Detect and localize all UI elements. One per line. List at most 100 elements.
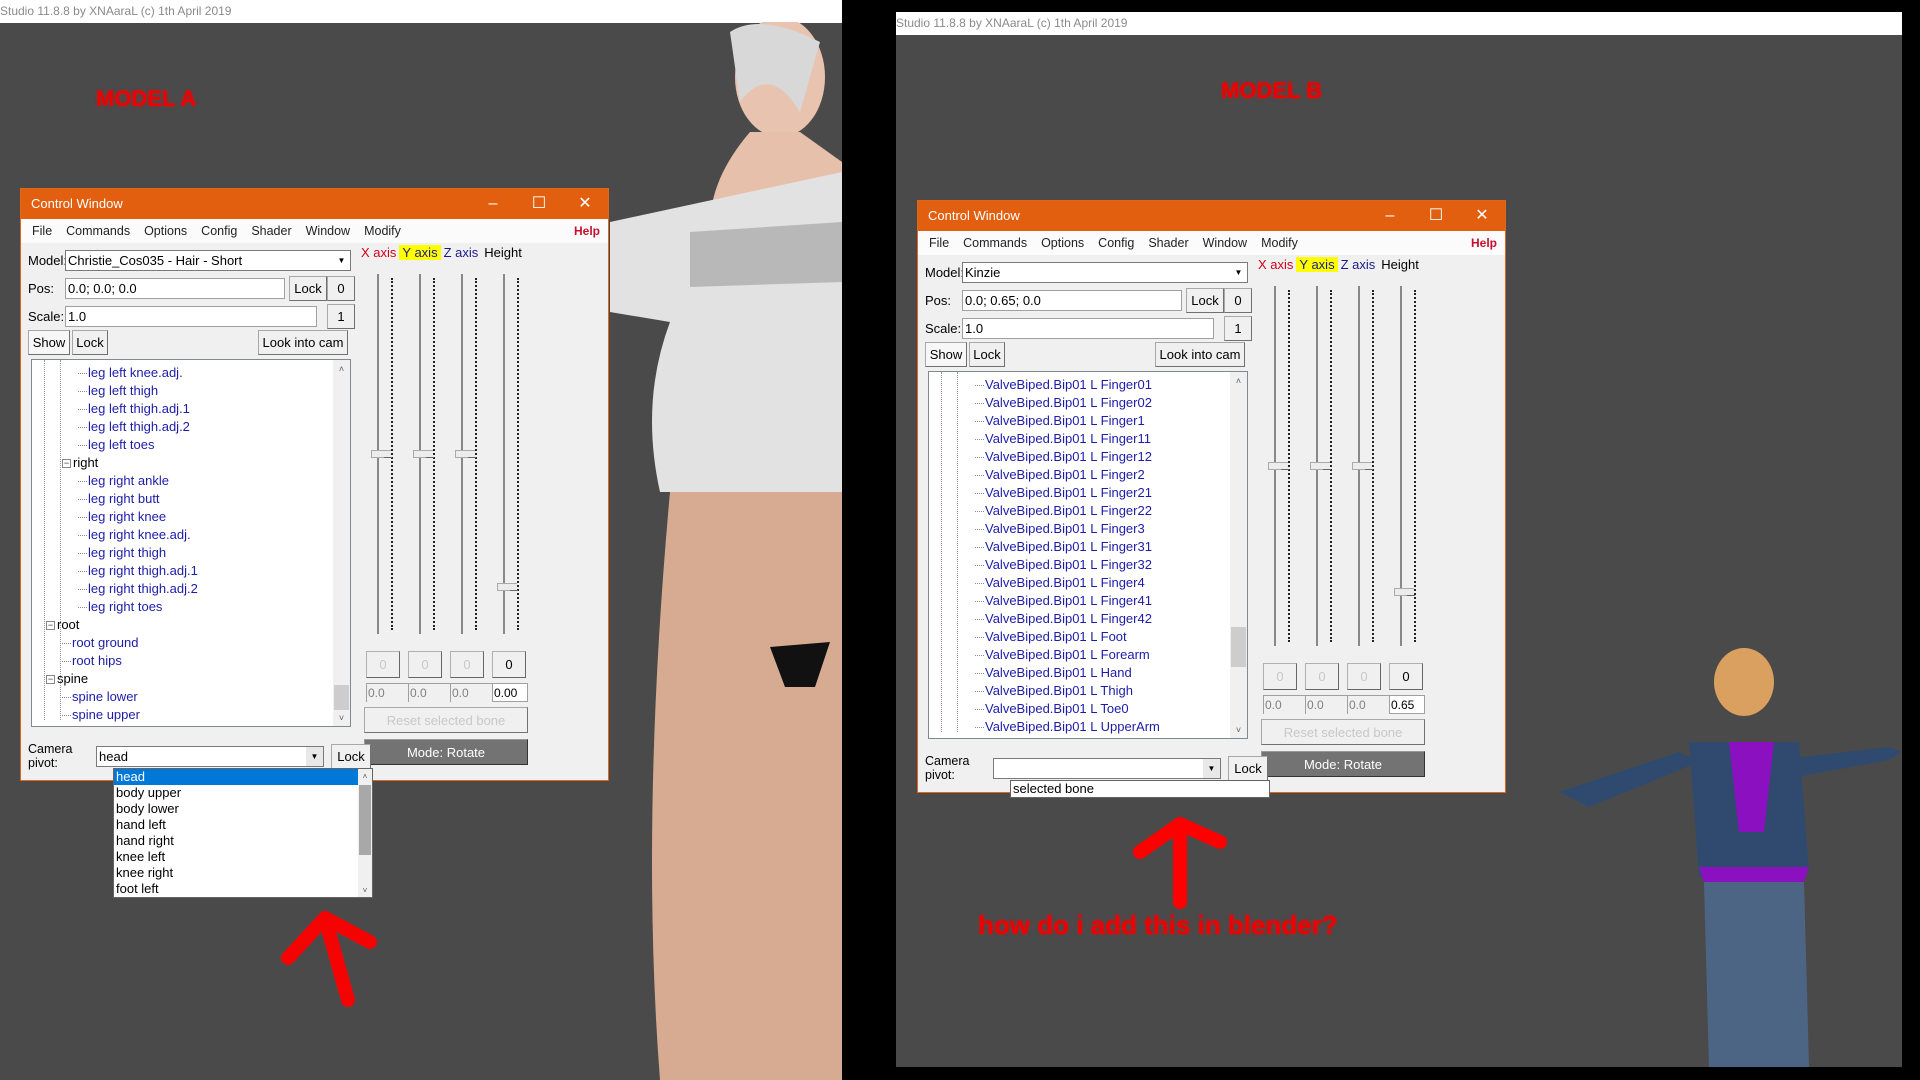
tree-item[interactable]: leg right thigh.adj.1 (78, 562, 198, 580)
model-select[interactable]: Christie_Cos035 - Hair - Short ▼ (65, 250, 351, 271)
y-axis-slider[interactable] (1310, 286, 1332, 646)
tree-item[interactable]: ValveBiped.Bip01 L Finger41 (975, 592, 1152, 610)
menu-commands[interactable]: Commands (59, 224, 137, 238)
chevron-down-icon[interactable]: ▼ (1230, 263, 1247, 282)
tree-item[interactable]: ValveBiped.Bip01 L Toe0 (975, 700, 1129, 718)
collapse-icon[interactable]: − (62, 459, 71, 469)
scale-input[interactable]: 1.0 (962, 318, 1214, 339)
tree-item[interactable]: leg left thigh.adj.2 (78, 418, 190, 436)
dropdown-option[interactable]: knee left (114, 849, 358, 865)
pos-reset-button[interactable]: 0 (327, 276, 355, 301)
dropdown-option[interactable]: hand left (114, 817, 358, 833)
bone-lock-button[interactable]: Lock (969, 342, 1005, 367)
tree-scrollbar[interactable]: ˄ ˅ (333, 360, 350, 726)
dropdown-option[interactable]: knee right (114, 865, 358, 881)
z-reset-button[interactable]: 0 (1347, 663, 1381, 690)
menu-help[interactable]: Help (574, 224, 600, 238)
tree-item[interactable]: ValveBiped.Bip01 L Thigh (975, 682, 1133, 700)
tree-item[interactable]: leg right thigh (78, 544, 166, 562)
dropdown-scrollbar[interactable]: ˄ ˅ (358, 769, 372, 897)
tree-item[interactable]: ValveBiped.Bip01 L Finger22 (975, 502, 1152, 520)
slider-thumb[interactable] (1352, 462, 1372, 470)
mode-rotate-button[interactable]: Mode: Rotate (1261, 751, 1425, 777)
dropdown-option[interactable]: head (114, 769, 358, 785)
tree-item[interactable]: root hips (62, 652, 122, 670)
tree-item[interactable]: ValveBiped.Bip01 L Finger21 (975, 484, 1152, 502)
chevron-down-icon[interactable]: ▼ (333, 251, 350, 270)
tree-item[interactable]: leg right thigh.adj.2 (78, 580, 198, 598)
tree-item[interactable]: ValveBiped.Bip01 L Finger42 (975, 610, 1152, 628)
bone-tree[interactable]: leg left knee.adj. leg left thigh leg left… (31, 359, 351, 727)
collapse-icon[interactable]: − (46, 621, 55, 631)
tree-item[interactable]: ValveBiped.Bip01 L Finger1 (975, 412, 1145, 430)
menu-commands[interactable]: Commands (956, 236, 1034, 250)
mode-rotate-button[interactable]: Mode: Rotate (364, 739, 528, 765)
chevron-down-icon[interactable]: ˅ (333, 709, 350, 726)
y-value-field[interactable]: 0.0 (408, 683, 450, 702)
dropdown-option[interactable]: hand right (114, 833, 358, 849)
model-select[interactable]: Kinzie ▼ (962, 262, 1248, 283)
menu-modify[interactable]: Modify (1254, 236, 1305, 250)
pos-reset-button[interactable]: 0 (1224, 288, 1252, 313)
minimize-icon[interactable]: – (1367, 201, 1413, 231)
menu-file[interactable]: File (25, 224, 59, 238)
tree-item[interactable]: root ground (62, 634, 139, 652)
tree-item[interactable]: leg right knee (78, 508, 166, 526)
menu-shader[interactable]: Shader (1141, 236, 1195, 250)
menu-config[interactable]: Config (1091, 236, 1141, 250)
dropdown-option[interactable]: selected bone (1011, 781, 1269, 797)
tree-item[interactable]: ValveBiped.Bip01 L Finger01 (975, 376, 1152, 394)
dropdown-option[interactable]: body upper (114, 785, 358, 801)
slider-thumb[interactable] (413, 450, 433, 458)
chevron-down-icon[interactable]: ▼ (1203, 758, 1220, 778)
pos-input[interactable]: 0.0; 0.65; 0.0 (962, 290, 1182, 311)
look-into-cam-button[interactable]: Look into cam (1155, 342, 1245, 367)
x-axis-slider[interactable] (1268, 286, 1290, 646)
height-slider[interactable] (497, 274, 519, 634)
scrollbar-thumb[interactable] (1231, 627, 1246, 667)
chevron-up-icon[interactable]: ˄ (333, 360, 350, 377)
minimize-icon[interactable]: – (470, 189, 516, 219)
tree-item[interactable]: leg right ankle (78, 472, 169, 490)
height-slider[interactable] (1394, 286, 1416, 646)
maximize-icon[interactable]: ☐ (1413, 201, 1459, 231)
menu-shader[interactable]: Shader (244, 224, 298, 238)
z-axis-slider[interactable] (455, 274, 477, 634)
collapse-icon[interactable]: − (46, 675, 55, 685)
menu-help[interactable]: Help (1471, 236, 1497, 250)
tree-item[interactable]: ValveBiped.Bip01 L Finger32 (975, 556, 1152, 574)
height-value-field[interactable]: 0.65 (1389, 695, 1425, 714)
chevron-down-icon[interactable]: ˅ (358, 883, 372, 897)
x-reset-button[interactable]: 0 (366, 651, 400, 678)
reset-selected-bone-button[interactable]: Reset selected bone (1261, 719, 1425, 745)
dropdown-option[interactable]: foot left (114, 881, 358, 897)
tree-group[interactable]: − right (62, 454, 98, 472)
pos-lock-button[interactable]: Lock (1186, 288, 1224, 313)
scrollbar-thumb[interactable] (359, 785, 371, 855)
maximize-icon[interactable]: ☐ (516, 189, 562, 219)
menu-modify[interactable]: Modify (357, 224, 408, 238)
menu-window[interactable]: Window (1196, 236, 1254, 250)
x-axis-slider[interactable] (371, 274, 393, 634)
tree-item[interactable]: leg right knee.adj. (78, 526, 191, 544)
camera-pivot-select[interactable]: head ▼ (96, 745, 324, 767)
tree-item[interactable]: leg left thigh.adj.1 (78, 400, 190, 418)
slider-thumb[interactable] (1268, 462, 1288, 470)
tree-item[interactable]: ValveBiped.Bip01 Spine (959, 736, 1108, 738)
bone-lock-button[interactable]: Lock (72, 330, 108, 355)
chevron-down-icon[interactable]: ˅ (1230, 721, 1247, 738)
tree-item[interactable]: ValveBiped.Bip01 L Finger02 (975, 394, 1152, 412)
y-reset-button[interactable]: 0 (1305, 663, 1339, 690)
tree-item[interactable]: spine upper (62, 706, 140, 724)
tree-item[interactable]: ValveBiped.Bip01 L Finger31 (975, 538, 1152, 556)
window-title-bar[interactable]: Control Window – ☐ ✕ (918, 201, 1505, 231)
show-button[interactable]: Show (28, 330, 70, 355)
y-reset-button[interactable]: 0 (408, 651, 442, 678)
dropdown-option[interactable]: body lower (114, 801, 358, 817)
show-button[interactable]: Show (925, 342, 967, 367)
chevron-up-icon[interactable]: ˄ (358, 769, 372, 783)
window-title-bar[interactable]: Control Window – ☐ ✕ (21, 189, 608, 219)
x-value-field[interactable]: 0.0 (1263, 695, 1305, 714)
tree-item[interactable]: leg left thigh (78, 382, 158, 400)
bone-tree[interactable]: ValveBiped.Bip01 L Finger01 ValveBiped.Bi… (928, 371, 1248, 739)
